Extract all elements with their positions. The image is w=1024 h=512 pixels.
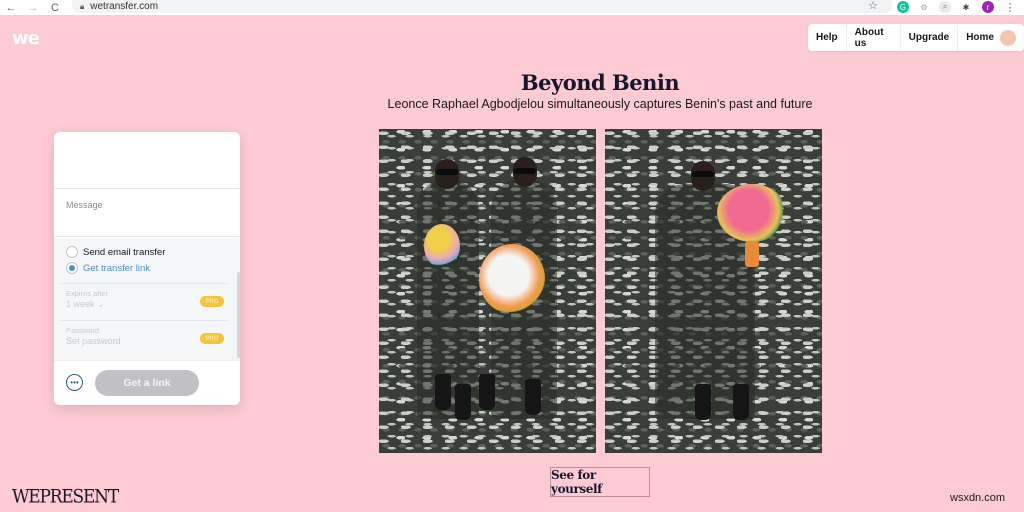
bouquet-white <box>479 244 545 314</box>
bookmark-star-icon[interactable]: ☆ <box>868 0 878 12</box>
option-send-email-label: Send email transfer <box>83 246 166 258</box>
user-avatar[interactable] <box>1000 29 1016 46</box>
forward-icon[interactable]: → <box>22 0 44 15</box>
boot <box>733 384 749 420</box>
expires-after-label: Expires after <box>66 289 109 298</box>
wetransfer-logo[interactable]: we <box>12 28 40 49</box>
radio-send-email[interactable] <box>66 246 78 258</box>
boot <box>479 374 495 410</box>
grammarly-icon[interactable]: G <box>897 1 909 13</box>
option-get-link[interactable]: Get transfer link <box>54 260 240 276</box>
boot <box>695 384 711 420</box>
url-text: wetransfer.com <box>90 1 159 12</box>
top-navigation: Help About us Upgrade Home <box>808 24 1024 51</box>
nav-upgrade[interactable]: Upgrade <box>901 24 959 51</box>
article-subtitle: Leonce Raphael Agbodjelou simultaneously… <box>387 97 813 111</box>
reload-icon[interactable]: C <box>44 0 66 15</box>
settings-extension-icon[interactable]: ⚙ <box>918 1 930 13</box>
profile-avatar-icon[interactable]: r <box>982 1 994 13</box>
photo-two-figures[interactable] <box>379 129 596 453</box>
option-send-email[interactable]: Send email transfer <box>54 244 240 260</box>
nav-home[interactable]: Home <box>958 24 1024 51</box>
email-fields-area[interactable] <box>54 132 240 189</box>
options-scrollbar[interactable] <box>237 272 240 358</box>
boot <box>525 379 541 415</box>
sunglasses-right <box>514 168 536 174</box>
browser-menu-icon[interactable]: ⋮ <box>1004 1 1016 14</box>
lock-icon: 🔒︎ <box>80 1 85 11</box>
expires-after-value[interactable]: 1 week ⌄ <box>66 299 222 310</box>
article-title: Beyond Benin <box>520 70 680 95</box>
password-label: Password <box>66 326 99 335</box>
see-for-yourself-button[interactable]: See for yourself <box>550 467 650 497</box>
photo-single-figure[interactable] <box>605 129 822 453</box>
get-link-button[interactable]: Get a link <box>95 370 199 396</box>
transfer-panel: Message Send email transfer Get transfer… <box>54 132 240 405</box>
sunglasses-left <box>436 169 458 175</box>
transfer-options: Send email transfer Get transfer link Ex… <box>54 238 240 360</box>
nav-help[interactable]: Help <box>808 24 847 51</box>
sunglasses-center <box>692 171 714 177</box>
radio-get-link[interactable] <box>66 262 78 274</box>
bouquet-pink <box>717 184 787 242</box>
nav-about-us[interactable]: About us <box>847 24 901 51</box>
password-field[interactable]: Password Set password PRO <box>60 320 228 356</box>
extensions-puzzle-icon[interactable]: ✱ <box>960 1 972 13</box>
address-bar[interactable]: 🔒︎ wetransfer.com ☆ <box>72 0 892 13</box>
message-placeholder: Message <box>66 200 103 210</box>
browser-toolbar: ← → C 🔒︎ wetransfer.com ☆ G ⚙ ⌕ ✱ r ⋮ <box>0 0 1024 15</box>
bouquet-yellow <box>424 224 460 268</box>
pro-badge: PRO <box>200 333 224 344</box>
back-icon[interactable]: ← <box>0 0 22 15</box>
transfer-footer: ••• Get a link <box>54 360 240 405</box>
watermark: wsxdn.com <box>950 492 1006 504</box>
vase <box>745 241 759 267</box>
more-options-icon[interactable]: ••• <box>66 374 83 391</box>
boot <box>455 384 471 420</box>
expires-after-field[interactable]: Expires after 1 week ⌄ PRO <box>60 283 228 319</box>
pro-badge: PRO <box>200 296 224 307</box>
search-extension-icon[interactable]: ⌕ <box>939 1 951 13</box>
message-field[interactable]: Message <box>54 189 240 237</box>
option-get-link-label: Get transfer link <box>83 262 151 274</box>
wepresent-logo[interactable]: WEPRESENT <box>12 486 119 508</box>
boot <box>435 374 451 410</box>
password-input[interactable]: Set password <box>66 336 222 346</box>
nav-home-label: Home <box>966 32 994 43</box>
